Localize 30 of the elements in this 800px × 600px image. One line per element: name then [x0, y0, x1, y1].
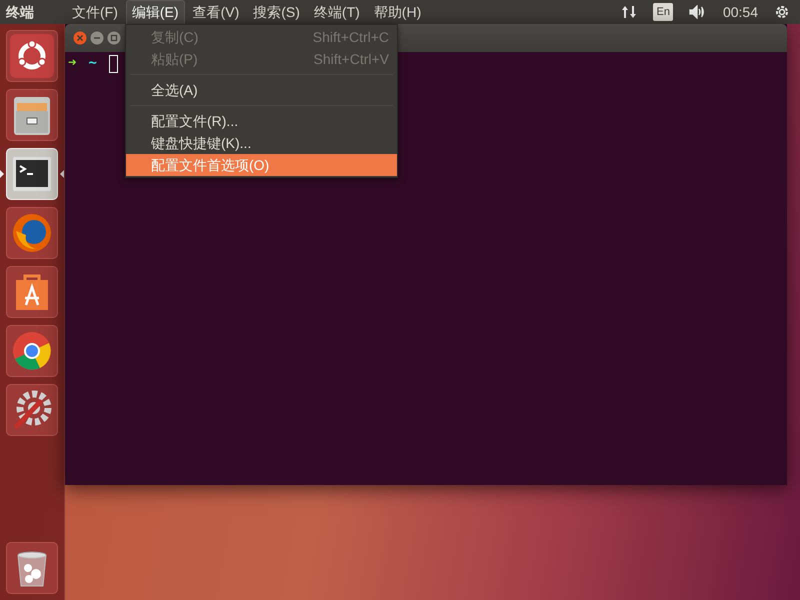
round-browser-icon [10, 329, 54, 373]
launcher-button[interactable] [6, 30, 58, 82]
network-arrows-icon[interactable] [621, 4, 638, 20]
browser-globe-icon [10, 211, 54, 255]
power-gear-icon[interactable] [774, 4, 790, 20]
close-icon[interactable] [73, 31, 87, 45]
clock[interactable]: 00:54 [722, 2, 758, 22]
minimize-icon[interactable] [90, 31, 104, 45]
launcher-button[interactable] [6, 266, 58, 318]
menu-title[interactable]: 搜索(S) [247, 0, 306, 24]
ubuntu-logo-icon [10, 34, 54, 78]
volume-icon[interactable] [688, 5, 707, 19]
menu-item[interactable]: 配置文件(R)... [126, 110, 397, 132]
prompt-arrow: ➜ [68, 54, 76, 73]
menu-title[interactable]: 编辑(E) [126, 0, 185, 24]
menu-title[interactable]: 终端(T) [308, 0, 366, 24]
launcher-button[interactable] [6, 325, 58, 377]
launcher-button[interactable] [6, 542, 58, 594]
prompt-directory: ~ [88, 54, 97, 73]
keyboard-layout-indicator[interactable]: En [653, 2, 673, 22]
running-indicator-icon [0, 170, 4, 178]
menu-title[interactable]: 文件(F) [66, 0, 124, 24]
launcher-button[interactable] [6, 384, 58, 436]
menu-title[interactable]: 查看(V) [186, 0, 246, 24]
maximize-icon[interactable] [107, 31, 121, 45]
menu-item[interactable]: 全选(A) [126, 79, 397, 101]
terminal-cursor [108, 54, 118, 72]
menu-title[interactable]: 帮助(H) [368, 0, 428, 24]
app-title: 终端 [4, 2, 35, 22]
menu-item[interactable]: 键盘快捷键(K)... [126, 132, 397, 154]
